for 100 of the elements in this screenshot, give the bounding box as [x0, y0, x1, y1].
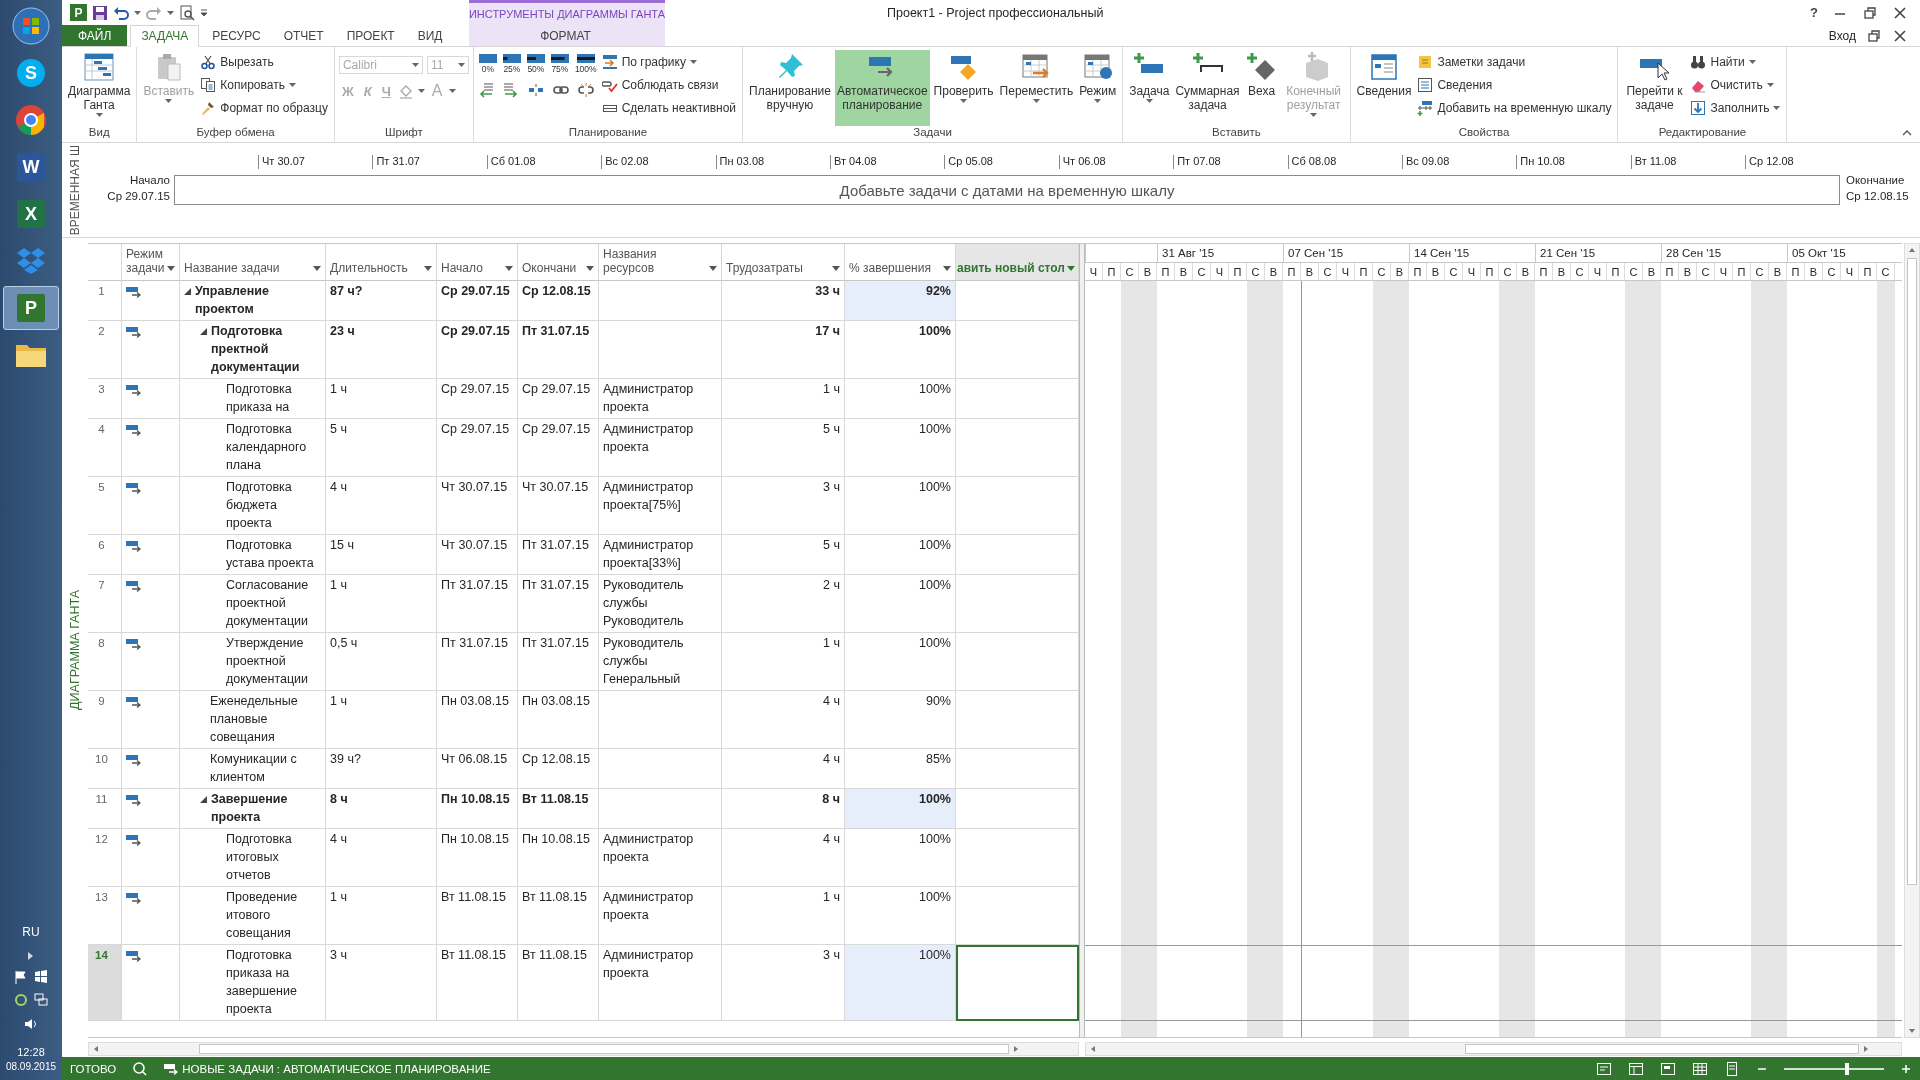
column-header[interactable]: Длительность — [326, 244, 437, 281]
ribbon-button[interactable]: Автоматическое планирование — [834, 50, 930, 126]
ribbon-button[interactable]: Сведения — [1415, 74, 1614, 95]
taskbar-app-button[interactable]: P — [3, 286, 59, 330]
gantt-view-icon[interactable] — [1628, 1060, 1644, 1077]
filter-arrow-icon[interactable] — [1067, 266, 1075, 271]
ribbon-button[interactable]: Суммарная задача — [1173, 50, 1242, 126]
zoom-in-icon[interactable] — [1900, 1062, 1912, 1075]
ribbon-button[interactable]: Веха — [1243, 50, 1280, 126]
percent-complete-button[interactable]: 100% — [573, 54, 598, 74]
column-header[interactable]: Режим задачи — [122, 244, 180, 281]
percent-complete-button[interactable]: 25% — [501, 54, 522, 74]
column-header[interactable]: авить новый стол — [956, 244, 1079, 281]
row-number[interactable]: 4 — [88, 419, 122, 477]
filter-arrow-icon[interactable] — [505, 266, 513, 271]
row-number[interactable]: 10 — [88, 749, 122, 789]
sign-in-link[interactable]: Вход — [1828, 28, 1856, 43]
customize-arrow-icon[interactable] — [200, 8, 208, 17]
row-number[interactable]: 8 — [88, 633, 122, 691]
column-header[interactable]: Название задачи — [180, 244, 326, 281]
filter-arrow-icon[interactable] — [943, 266, 951, 271]
sheet-view-icon[interactable] — [1692, 1060, 1708, 1077]
ribbon-button[interactable]: Проверить — [931, 50, 996, 126]
macro-status-icon[interactable] — [132, 1060, 149, 1077]
ribbon-button[interactable]: Режим — [1077, 50, 1119, 126]
row-number[interactable]: 12 — [88, 829, 122, 887]
print-preview-icon[interactable] — [179, 4, 195, 21]
percent-complete-button[interactable]: 75% — [549, 54, 570, 74]
expand-arrow-icon[interactable] — [28, 952, 34, 960]
windows-icon[interactable] — [34, 970, 48, 984]
ribbon-tab[interactable]: ОТЧЕТ — [273, 25, 334, 46]
split-task-icon[interactable] — [527, 82, 544, 98]
row-number[interactable]: 9 — [88, 691, 122, 749]
active-cell[interactable] — [956, 945, 1079, 1021]
row-number[interactable]: 11 — [88, 789, 122, 829]
ribbon-button[interactable]: Диаграмма Ганта — [66, 50, 133, 126]
ribbon-button[interactable]: Копировать — [198, 74, 330, 95]
horizontal-scrollbar[interactable] — [1085, 1042, 1902, 1056]
taskbar-app-button[interactable]: W — [3, 145, 59, 189]
row-number[interactable]: 3 — [88, 379, 122, 419]
sync-icon[interactable] — [14, 993, 28, 1007]
ribbon-tab[interactable]: РЕСУРС — [202, 25, 271, 46]
row-number[interactable]: 2 — [88, 321, 122, 379]
collapse-triangle-icon[interactable] — [184, 288, 191, 295]
percent-complete-button[interactable]: 50% — [525, 54, 546, 74]
collapse-triangle-icon[interactable] — [200, 328, 207, 335]
ribbon-button[interactable]: Формат по образцу — [198, 97, 330, 118]
new-tasks-mode-status[interactable]: НОВЫЕ ЗАДАЧИ : АВТОМАТИЧЕСКОЕ ПЛАНИРОВАНИЕ — [182, 1062, 491, 1075]
column-header[interactable]: Окончани — [518, 244, 599, 281]
ribbon-button[interactable]: По графику — [599, 51, 738, 72]
ribbon-button[interactable]: Очистить — [1688, 74, 1783, 95]
filter-arrow-icon[interactable] — [709, 266, 717, 271]
ribbon-tab[interactable]: ЗАДАЧА — [130, 25, 200, 47]
ribbon-tab[interactable]: ВИД — [407, 25, 453, 46]
percent-complete-button[interactable]: 0% — [477, 54, 498, 74]
outdent-icon[interactable] — [477, 82, 494, 98]
ribbon-button[interactable]: Переместить — [997, 50, 1076, 126]
ribbon-button[interactable]: Заметки задачи — [1415, 51, 1614, 72]
column-header[interactable]: Названия ресурсов — [599, 244, 722, 281]
filter-arrow-icon[interactable] — [313, 266, 321, 271]
ribbon-button[interactable]: Планирование вручную — [747, 50, 833, 126]
ribbon-button[interactable]: Сведения — [1354, 50, 1414, 126]
row-number[interactable]: 6 — [88, 535, 122, 575]
help-button[interactable]: ? — [1810, 5, 1818, 20]
save-icon[interactable] — [92, 4, 108, 21]
ribbon-button[interactable]: Задача — [1127, 50, 1172, 126]
restore-icon[interactable] — [1862, 4, 1878, 21]
speaker-icon[interactable] — [24, 1017, 38, 1031]
taskbar-app-button[interactable]: X — [3, 192, 59, 236]
filter-arrow-icon[interactable] — [832, 266, 840, 271]
close-icon[interactable] — [1892, 27, 1908, 44]
zoom-slider-thumb[interactable] — [1845, 1062, 1849, 1075]
timeline-bar[interactable]: Добавьте задачи с датами на временную шкалу — [174, 175, 1840, 205]
ribbon-button[interactable]: Заполнить — [1688, 97, 1783, 118]
ribbon-tab[interactable]: ПРОЕКТ — [336, 25, 405, 46]
filter-arrow-icon[interactable] — [586, 266, 594, 271]
column-header[interactable]: Начало — [437, 244, 518, 281]
file-tab[interactable]: ФАЙЛ — [62, 25, 128, 46]
unlink-icon[interactable] — [577, 82, 594, 98]
report-view-icon[interactable] — [1724, 1060, 1740, 1077]
close-icon[interactable] — [1892, 4, 1908, 21]
restore-icon[interactable] — [1866, 27, 1882, 44]
vertical-scrollbar[interactable] — [1904, 243, 1920, 1038]
filter-arrow-icon[interactable] — [167, 266, 175, 271]
ribbon-button[interactable]: Вырезать — [198, 51, 330, 72]
collapse-ribbon-icon[interactable] — [1902, 128, 1912, 138]
ribbon-button[interactable]: Добавить на временную шкалу — [1415, 97, 1614, 118]
ribbon-button[interactable]: Соблюдать связи — [599, 74, 738, 95]
ribbon-button[interactable]: Перейти к задаче — [1622, 50, 1687, 126]
row-number[interactable]: 14 — [88, 945, 122, 1021]
network-icon[interactable] — [34, 993, 48, 1007]
column-header[interactable]: Трудозатраты — [722, 244, 845, 281]
language-indicator[interactable]: RU — [22, 925, 40, 939]
ribbon-button[interactable]: Найти — [1688, 51, 1783, 72]
horizontal-scrollbar[interactable] — [88, 1042, 1079, 1056]
collapse-triangle-icon[interactable] — [200, 796, 207, 803]
task-usage-view-icon[interactable] — [1660, 1060, 1676, 1077]
indent-icon[interactable] — [502, 82, 519, 98]
row-number[interactable]: 7 — [88, 575, 122, 633]
row-number[interactable]: 1 — [88, 281, 122, 321]
